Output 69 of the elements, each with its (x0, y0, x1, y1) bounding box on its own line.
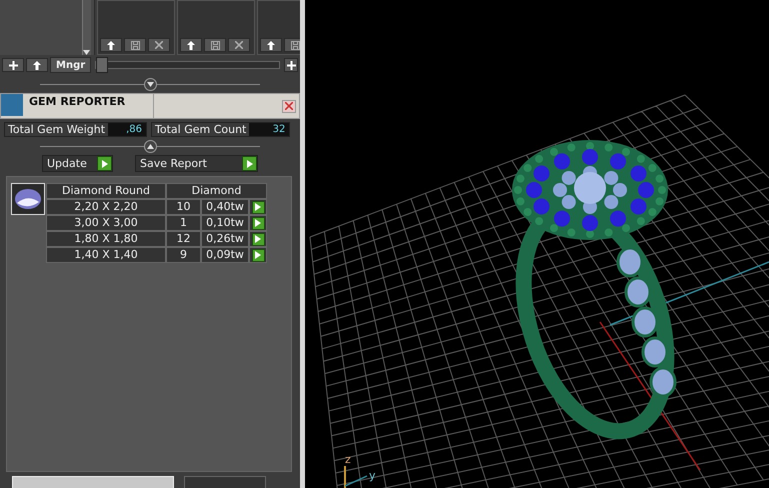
zoom-in-button[interactable] (284, 58, 298, 72)
table-cell: 10 (166, 199, 201, 215)
action-label: Update (46, 157, 88, 170)
close-icon (285, 102, 293, 110)
table-cell: 0,10tw (201, 215, 249, 231)
thumbnail-slot[interactable] (97, 0, 175, 55)
column-header: Diamond (166, 183, 267, 199)
row-go-button[interactable] (252, 232, 264, 246)
save-icon (290, 40, 300, 50)
total-value: ,86 (108, 123, 146, 136)
total-value: 32 (249, 123, 290, 136)
axis-gizmo-drawing (344, 466, 368, 488)
table-cell: 0,40tw (201, 199, 249, 215)
play-icon (246, 160, 252, 168)
up-arrow-icon (146, 144, 154, 148)
table-cell: 1,80 X 1,80 (46, 231, 166, 247)
save-icon (130, 40, 140, 50)
upload-button[interactable] (260, 38, 282, 52)
delete-button[interactable] (228, 38, 250, 52)
table-cell: 9 (166, 247, 201, 263)
close-icon (235, 41, 243, 49)
collapse-toggle[interactable] (144, 78, 156, 90)
slider-thumb[interactable] (96, 57, 108, 73)
upload-button[interactable] (180, 38, 202, 52)
update-button[interactable] (97, 156, 112, 171)
save-report-button[interactable] (242, 156, 257, 171)
scrollbar[interactable] (82, 0, 91, 55)
panel-title: GEM REPORTER (23, 94, 154, 118)
thumbnail-slot[interactable] (177, 0, 255, 55)
plus-icon (8, 60, 18, 70)
down-arrow-icon (146, 82, 154, 86)
save-button[interactable] (284, 38, 300, 52)
save-button[interactable] (124, 38, 146, 52)
up-arrow-icon (107, 40, 115, 50)
action-label: Save Report (139, 157, 208, 170)
table-cell: 0,09tw (201, 247, 249, 263)
gem-icon (14, 188, 42, 210)
table-cell: 1,40 X 1,40 (46, 247, 166, 263)
up-arrow-icon (187, 40, 195, 50)
thumbnail-slot[interactable] (257, 0, 300, 55)
table-cell: 2,20 X 2,20 (46, 199, 166, 215)
row-go-button[interactable] (252, 200, 264, 214)
add-button[interactable] (2, 58, 24, 72)
column-header: Diamond Round (46, 183, 166, 199)
dropdown-field[interactable] (184, 476, 266, 488)
table-cell: 1 (166, 215, 201, 231)
save-icon (210, 40, 220, 50)
close-button[interactable] (282, 100, 296, 112)
axis-label: z (345, 453, 351, 466)
save-button[interactable] (204, 38, 226, 52)
up-arrow-icon (33, 60, 41, 70)
upload-button[interactable] (100, 38, 122, 52)
close-icon (155, 41, 163, 49)
play-icon (102, 160, 108, 168)
up-button[interactable] (26, 58, 48, 72)
row-go-button[interactable] (252, 216, 264, 230)
axis-label: y (369, 469, 376, 482)
table-cell: 12 (166, 231, 201, 247)
total-label: Total Gem Weight (7, 123, 106, 136)
down-arrow-icon (83, 50, 90, 55)
delete-button[interactable] (148, 38, 170, 52)
plus-icon (286, 60, 296, 70)
manager-button[interactable]: Mngr (50, 57, 92, 73)
total-label: Total Gem Count (154, 123, 248, 136)
table-cell: 0,26tw (201, 231, 249, 247)
expand-toggle[interactable] (144, 140, 156, 152)
table-cell: 3,00 X 3,00 (46, 215, 166, 231)
up-arrow-icon (267, 40, 275, 50)
row-go-button[interactable] (252, 248, 264, 262)
